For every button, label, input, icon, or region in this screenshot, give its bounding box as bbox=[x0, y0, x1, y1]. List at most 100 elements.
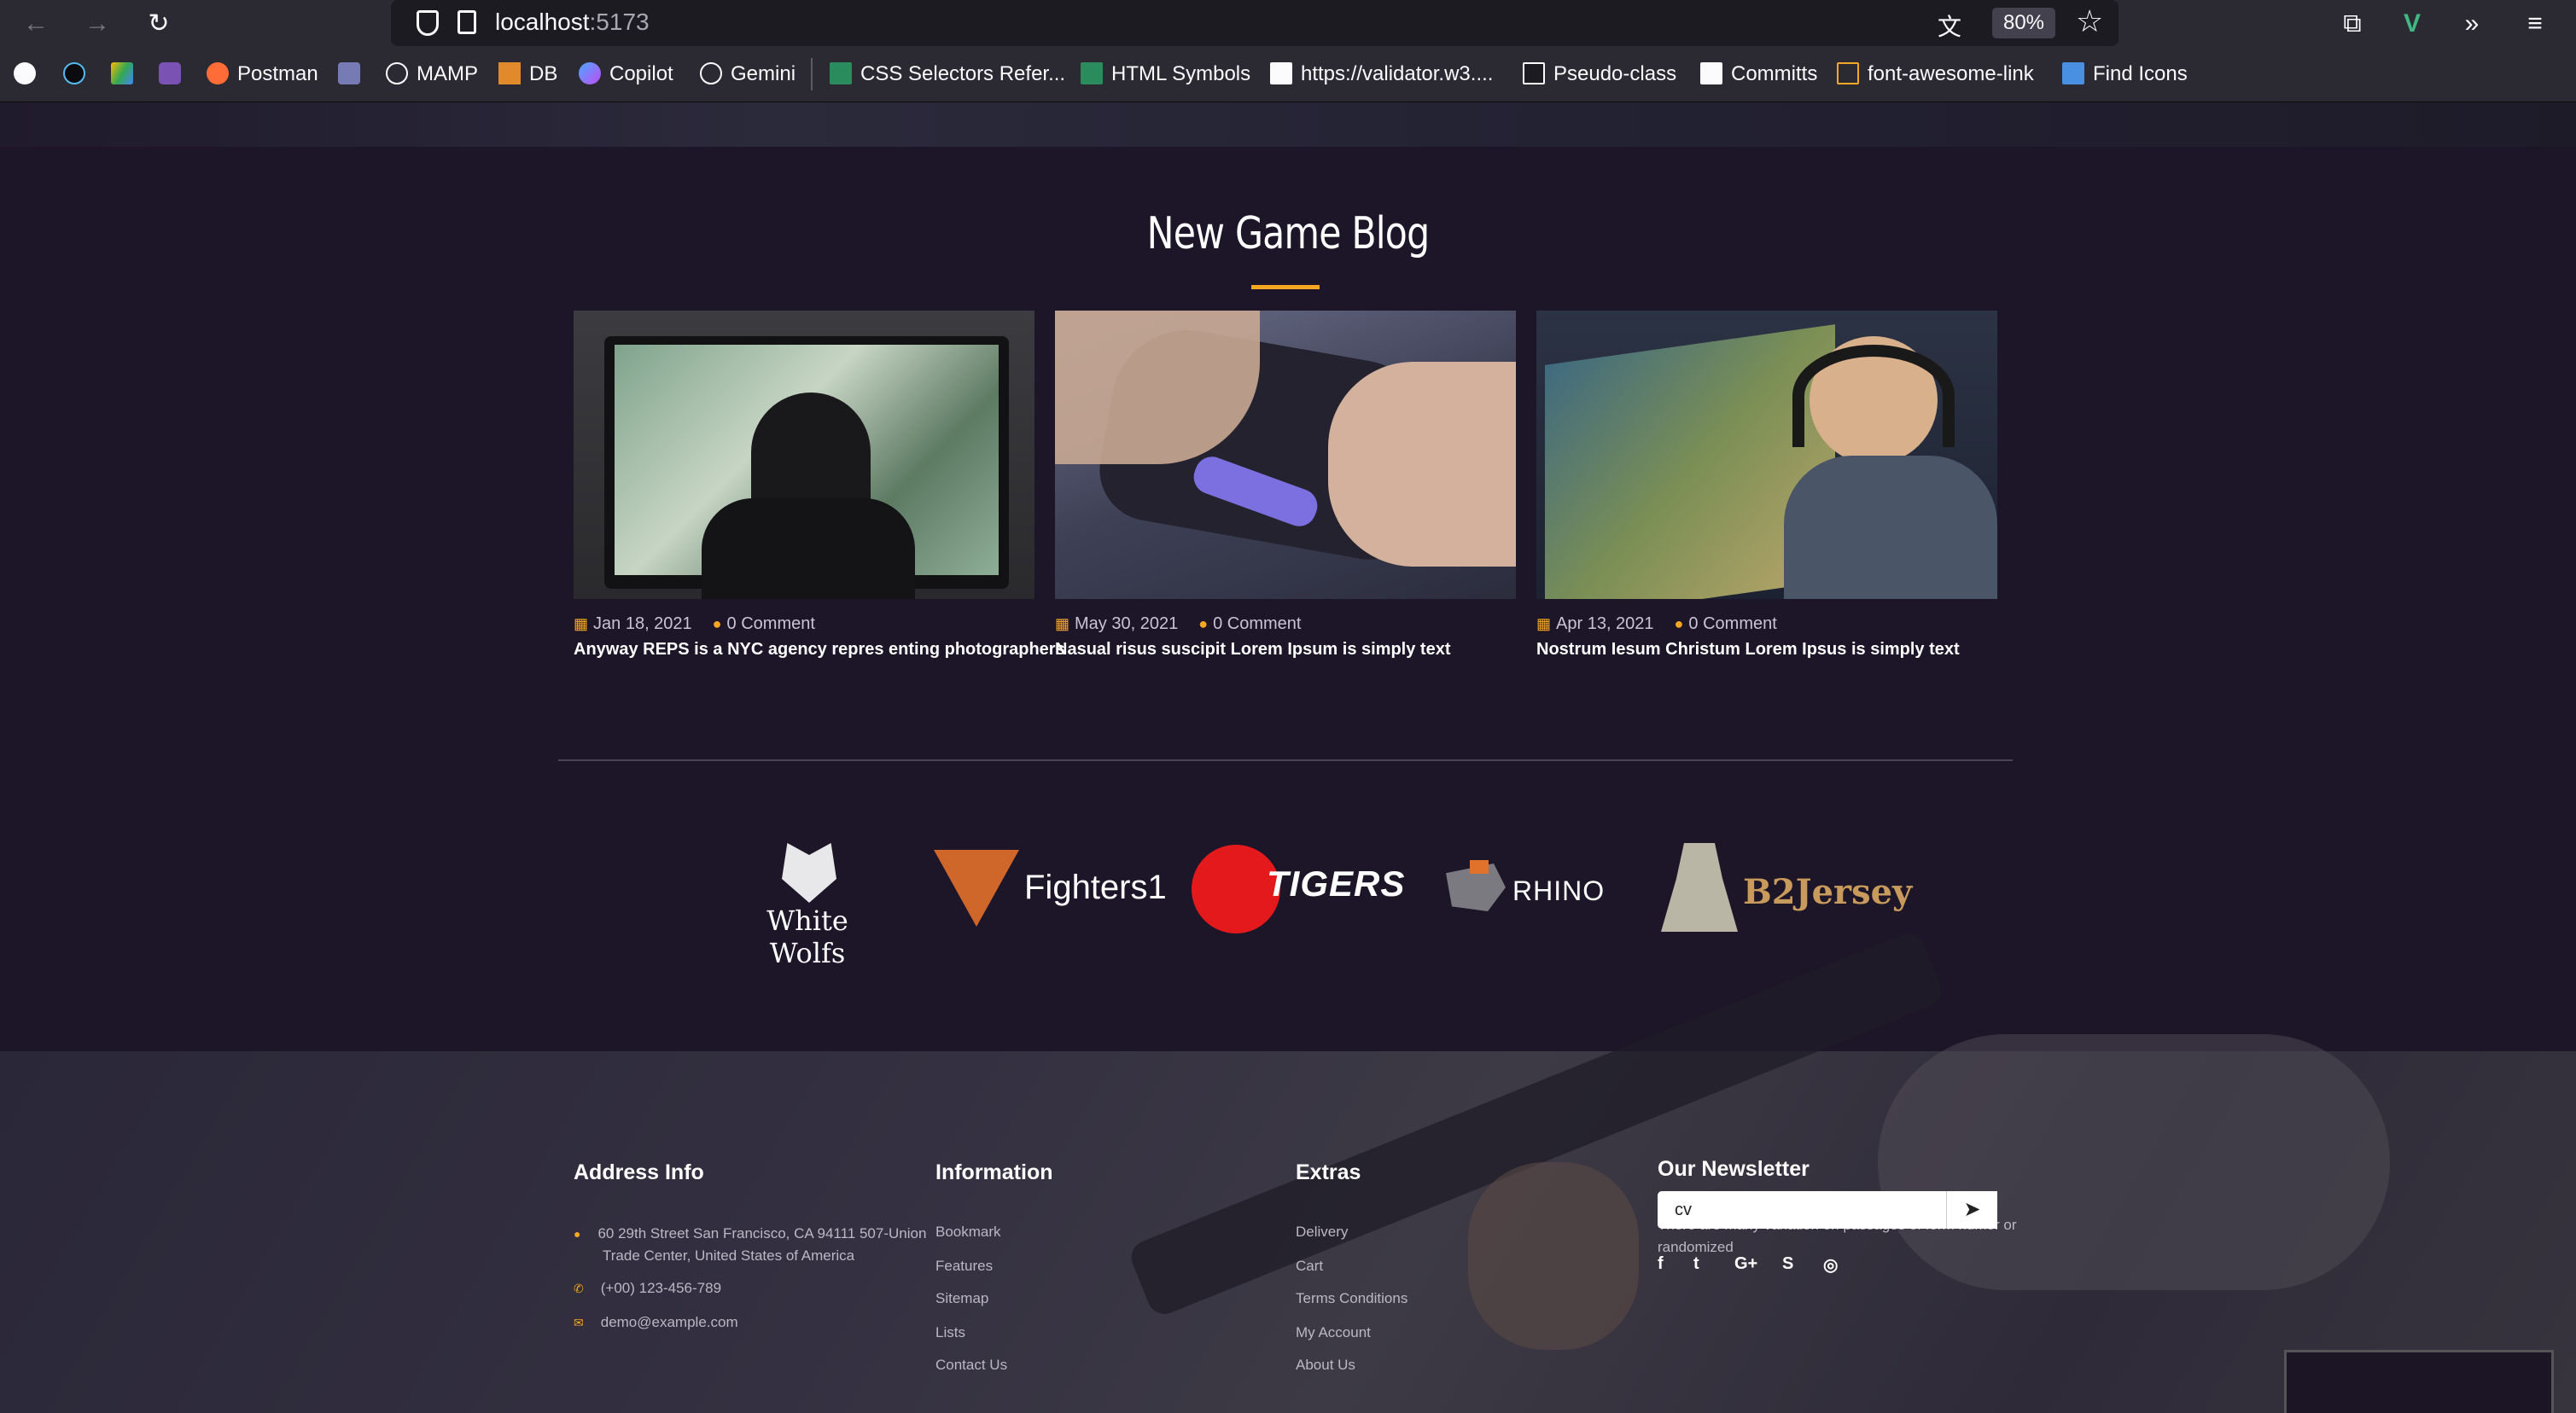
brand-name: B2Jersey bbox=[1743, 872, 1913, 912]
send-button[interactable]: ➤ bbox=[1946, 1191, 1997, 1229]
shield-icon[interactable] bbox=[417, 10, 439, 36]
footer-extras-heading: Extras bbox=[1296, 1160, 1361, 1184]
bookmark-label: Postman bbox=[237, 62, 318, 85]
post-title[interactable]: Nasual risus suscipit Lorem Ipsum is sim… bbox=[1055, 640, 1451, 660]
bookmark-font-awesome[interactable]: font-awesome-link bbox=[1837, 61, 2034, 87]
post-comments[interactable]: 0 Comment bbox=[1688, 614, 1776, 633]
url-text[interactable]: localhost:5173 bbox=[495, 9, 650, 36]
footer-link-contact-us[interactable]: Contact Us bbox=[935, 1357, 1007, 1374]
blog-image[interactable] bbox=[574, 311, 1034, 599]
footer-phone: ✆ (+00) 123-456-789 bbox=[574, 1280, 721, 1297]
screenshot-thumbnail[interactable] bbox=[2284, 1350, 2554, 1413]
calendar-icon: ▦ bbox=[574, 615, 589, 632]
bookmark-separator bbox=[811, 58, 813, 90]
paper-plane-icon: ➤ bbox=[1963, 1198, 1981, 1221]
bookmark-find-icons[interactable]: Find Icons bbox=[2062, 61, 2188, 87]
url-port: :5173 bbox=[589, 9, 650, 35]
bookmark-postman[interactable]: Postman bbox=[207, 61, 318, 87]
bootstrap-icon[interactable] bbox=[159, 61, 189, 87]
brand-logo-b2jersey[interactable]: B2Jersey bbox=[1656, 838, 1912, 949]
hero-bottom-strip bbox=[0, 102, 2576, 147]
brand-logo-tigers[interactable]: TIGERS bbox=[1192, 838, 1404, 949]
bookmark-icon[interactable] bbox=[63, 61, 94, 87]
blog-image[interactable] bbox=[1536, 311, 1997, 599]
post-comments[interactable]: 0 Comment bbox=[727, 614, 815, 633]
bookmark-label: MAMP bbox=[417, 62, 478, 85]
instagram-icon[interactable]: ◎ bbox=[1823, 1254, 1838, 1276]
footer-link-lists[interactable]: Lists bbox=[935, 1324, 965, 1341]
footer-newsletter-heading: Our Newsletter bbox=[1658, 1157, 1810, 1181]
translate-icon[interactable]: 文 bbox=[1938, 9, 1961, 43]
footer-link-about-us[interactable]: About Us bbox=[1296, 1357, 1355, 1374]
google-plus-icon[interactable]: G+ bbox=[1734, 1254, 1757, 1274]
bookmark-label: https://validator.w3.... bbox=[1301, 62, 1494, 85]
dragon-icon bbox=[934, 850, 1019, 927]
bookmark-db[interactable]: DB bbox=[498, 61, 557, 87]
brand-logo-white-wolfs[interactable]: White Wolfs bbox=[731, 838, 884, 969]
footer-link-bookmark[interactable]: Bookmark bbox=[935, 1224, 1001, 1241]
footer-link-terms[interactable]: Terms Conditions bbox=[1296, 1290, 1407, 1307]
brand-logo-fighters1[interactable]: Fighters1 bbox=[934, 838, 1167, 949]
vue-devtools-icon[interactable]: V bbox=[2395, 7, 2429, 41]
footer-address-street-2: Trade Center, United States of America bbox=[603, 1247, 855, 1264]
bookmarks-bar: Postman MAMP DB Copilot Gemini CSS Selec… bbox=[0, 46, 2576, 102]
star-icon[interactable]: ☆ bbox=[2076, 3, 2103, 39]
footer-link-cart[interactable]: Cart bbox=[1296, 1258, 1323, 1275]
bookmark-label: Gemini bbox=[731, 62, 796, 85]
post-comments[interactable]: 0 Comment bbox=[1213, 614, 1301, 633]
post-title[interactable]: Nostrum Iesum Christum Lorem Ipsus is si… bbox=[1536, 640, 1960, 660]
knight-icon bbox=[1661, 843, 1738, 932]
bookmark-gemini[interactable]: Gemini bbox=[700, 61, 796, 87]
blog-card[interactable] bbox=[1536, 311, 1997, 599]
phone-number: (+00) 123-456-789 bbox=[600, 1280, 722, 1296]
url-bar[interactable]: localhost:5173 文 80% ☆ bbox=[391, 0, 2118, 46]
twitter-icon[interactable]: t bbox=[1693, 1254, 1699, 1274]
footer-link-my-account[interactable]: My Account bbox=[1296, 1324, 1371, 1341]
bookmark-committs[interactable]: Committs bbox=[1700, 61, 1817, 87]
url-host: localhost bbox=[495, 9, 590, 35]
footer-link-features[interactable]: Features bbox=[935, 1258, 993, 1275]
facebook-icon[interactable]: f bbox=[1658, 1254, 1664, 1274]
zoom-badge[interactable]: 80% bbox=[1992, 8, 2055, 38]
reload-icon[interactable]: ↻ bbox=[142, 7, 176, 41]
blog-card[interactable] bbox=[1055, 311, 1516, 599]
bookmark-html-symbols[interactable]: HTML Symbols bbox=[1081, 61, 1250, 87]
drive-icon[interactable] bbox=[111, 61, 142, 87]
brand-name: Fighters1 bbox=[1024, 869, 1167, 906]
brand-name: White Wolfs bbox=[766, 904, 848, 969]
bookmark-label: CSS Selectors Refer... bbox=[860, 62, 1066, 85]
bookmark-mamp[interactable]: MAMP bbox=[386, 61, 478, 87]
post-date: May 30, 2021 bbox=[1075, 614, 1179, 633]
newsletter-text-2: randomized bbox=[1658, 1239, 1734, 1255]
footer-information-heading: Information bbox=[935, 1160, 1053, 1184]
extensions-icon[interactable]: ⧉ bbox=[2335, 7, 2369, 41]
bookmark-label: Copilot bbox=[609, 62, 673, 85]
blog-card[interactable] bbox=[574, 311, 1034, 599]
browser-toolbar: ← → ↻ localhost:5173 文 80% ☆ ⧉ V » ≡ bbox=[0, 0, 2576, 46]
rhino-accent bbox=[1470, 860, 1489, 874]
overflow-icon[interactable]: » bbox=[2455, 7, 2489, 41]
post-title[interactable]: Anyway REPS is a NYC agency repres entin… bbox=[574, 640, 1065, 660]
bookmark-label: Find Icons bbox=[2093, 62, 2188, 85]
back-icon[interactable]: ← bbox=[19, 7, 53, 41]
comment-icon: ● bbox=[712, 615, 722, 632]
post-meta: ▦ Apr 13, 2021 ● 0 Comment bbox=[1536, 614, 1777, 634]
bookmark-label: font-awesome-link bbox=[1868, 62, 2034, 85]
bookmark-validator[interactable]: https://validator.w3.... bbox=[1270, 61, 1493, 87]
page-icon bbox=[458, 10, 476, 34]
footer-email[interactable]: ✉ demo@example.com bbox=[574, 1314, 738, 1331]
blog-image[interactable] bbox=[1055, 311, 1516, 599]
github-icon[interactable] bbox=[14, 61, 44, 87]
brand-logo-rhino[interactable]: RHINO bbox=[1446, 838, 1617, 949]
bookmark-css-selectors[interactable]: CSS Selectors Refer... bbox=[830, 61, 1065, 87]
comment-icon: ● bbox=[1198, 615, 1209, 632]
email-address[interactable]: demo@example.com bbox=[601, 1314, 738, 1330]
php-icon[interactable] bbox=[338, 61, 369, 87]
footer-link-delivery[interactable]: Delivery bbox=[1296, 1224, 1348, 1241]
bookmark-pseudo-class[interactable]: Pseudo-class bbox=[1523, 61, 1676, 87]
bookmark-copilot[interactable]: Copilot bbox=[579, 61, 673, 87]
footer-link-sitemap[interactable]: Sitemap bbox=[935, 1290, 988, 1307]
skype-icon[interactable]: S bbox=[1782, 1254, 1793, 1274]
menu-icon[interactable]: ≡ bbox=[2518, 7, 2552, 41]
forward-icon[interactable]: → bbox=[80, 7, 114, 41]
